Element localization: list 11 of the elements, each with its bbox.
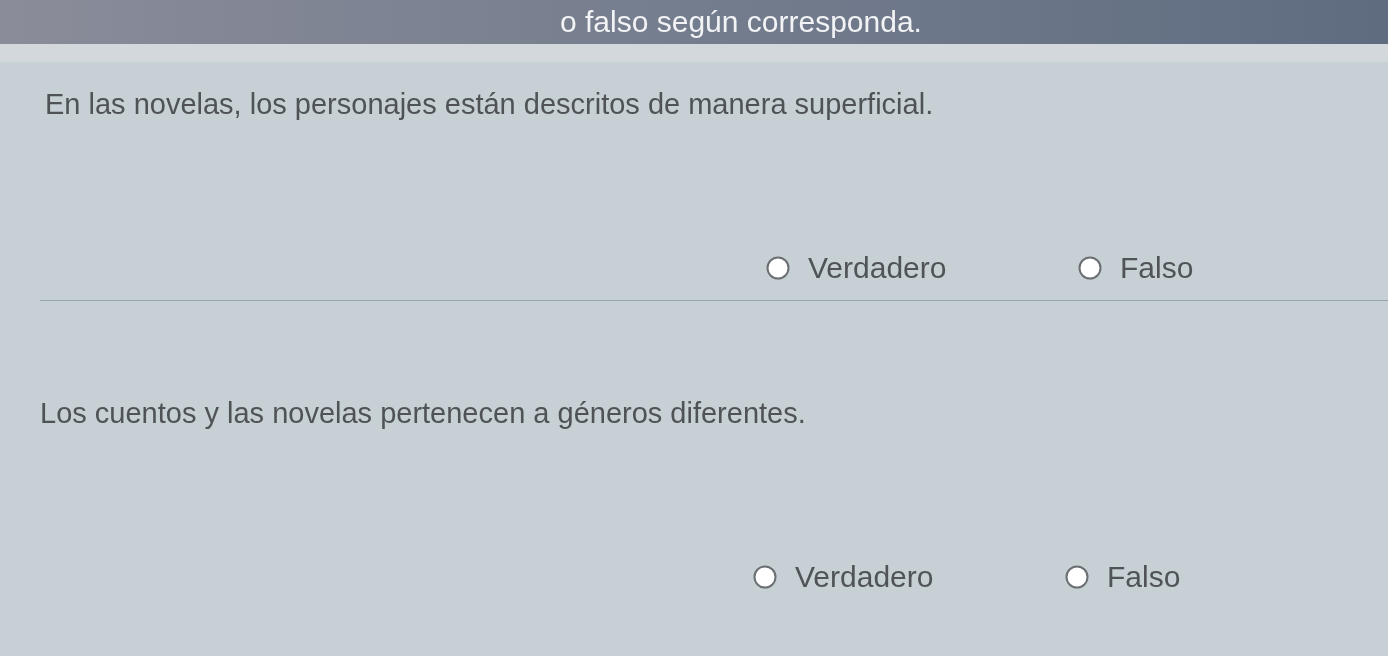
radio-option[interactable]: Verdadero bbox=[753, 559, 934, 595]
radio-icon[interactable] bbox=[1078, 256, 1102, 280]
instruction-text: o falso según corresponda. bbox=[560, 4, 922, 40]
radio-icon[interactable] bbox=[753, 565, 777, 589]
radio-option[interactable]: Falso bbox=[1078, 250, 1194, 286]
radio-icon[interactable] bbox=[766, 256, 790, 280]
radio-option[interactable]: Falso bbox=[1065, 559, 1181, 595]
radio-option[interactable]: Verdadero bbox=[766, 250, 947, 286]
question-statement: En las novelas, los personajes están descritos de manera superficial. bbox=[45, 87, 935, 122]
radio-icon[interactable] bbox=[1065, 565, 1089, 589]
question-statement: Los cuentos y las novelas pertenecen a géneros diferentes. bbox=[40, 396, 807, 431]
